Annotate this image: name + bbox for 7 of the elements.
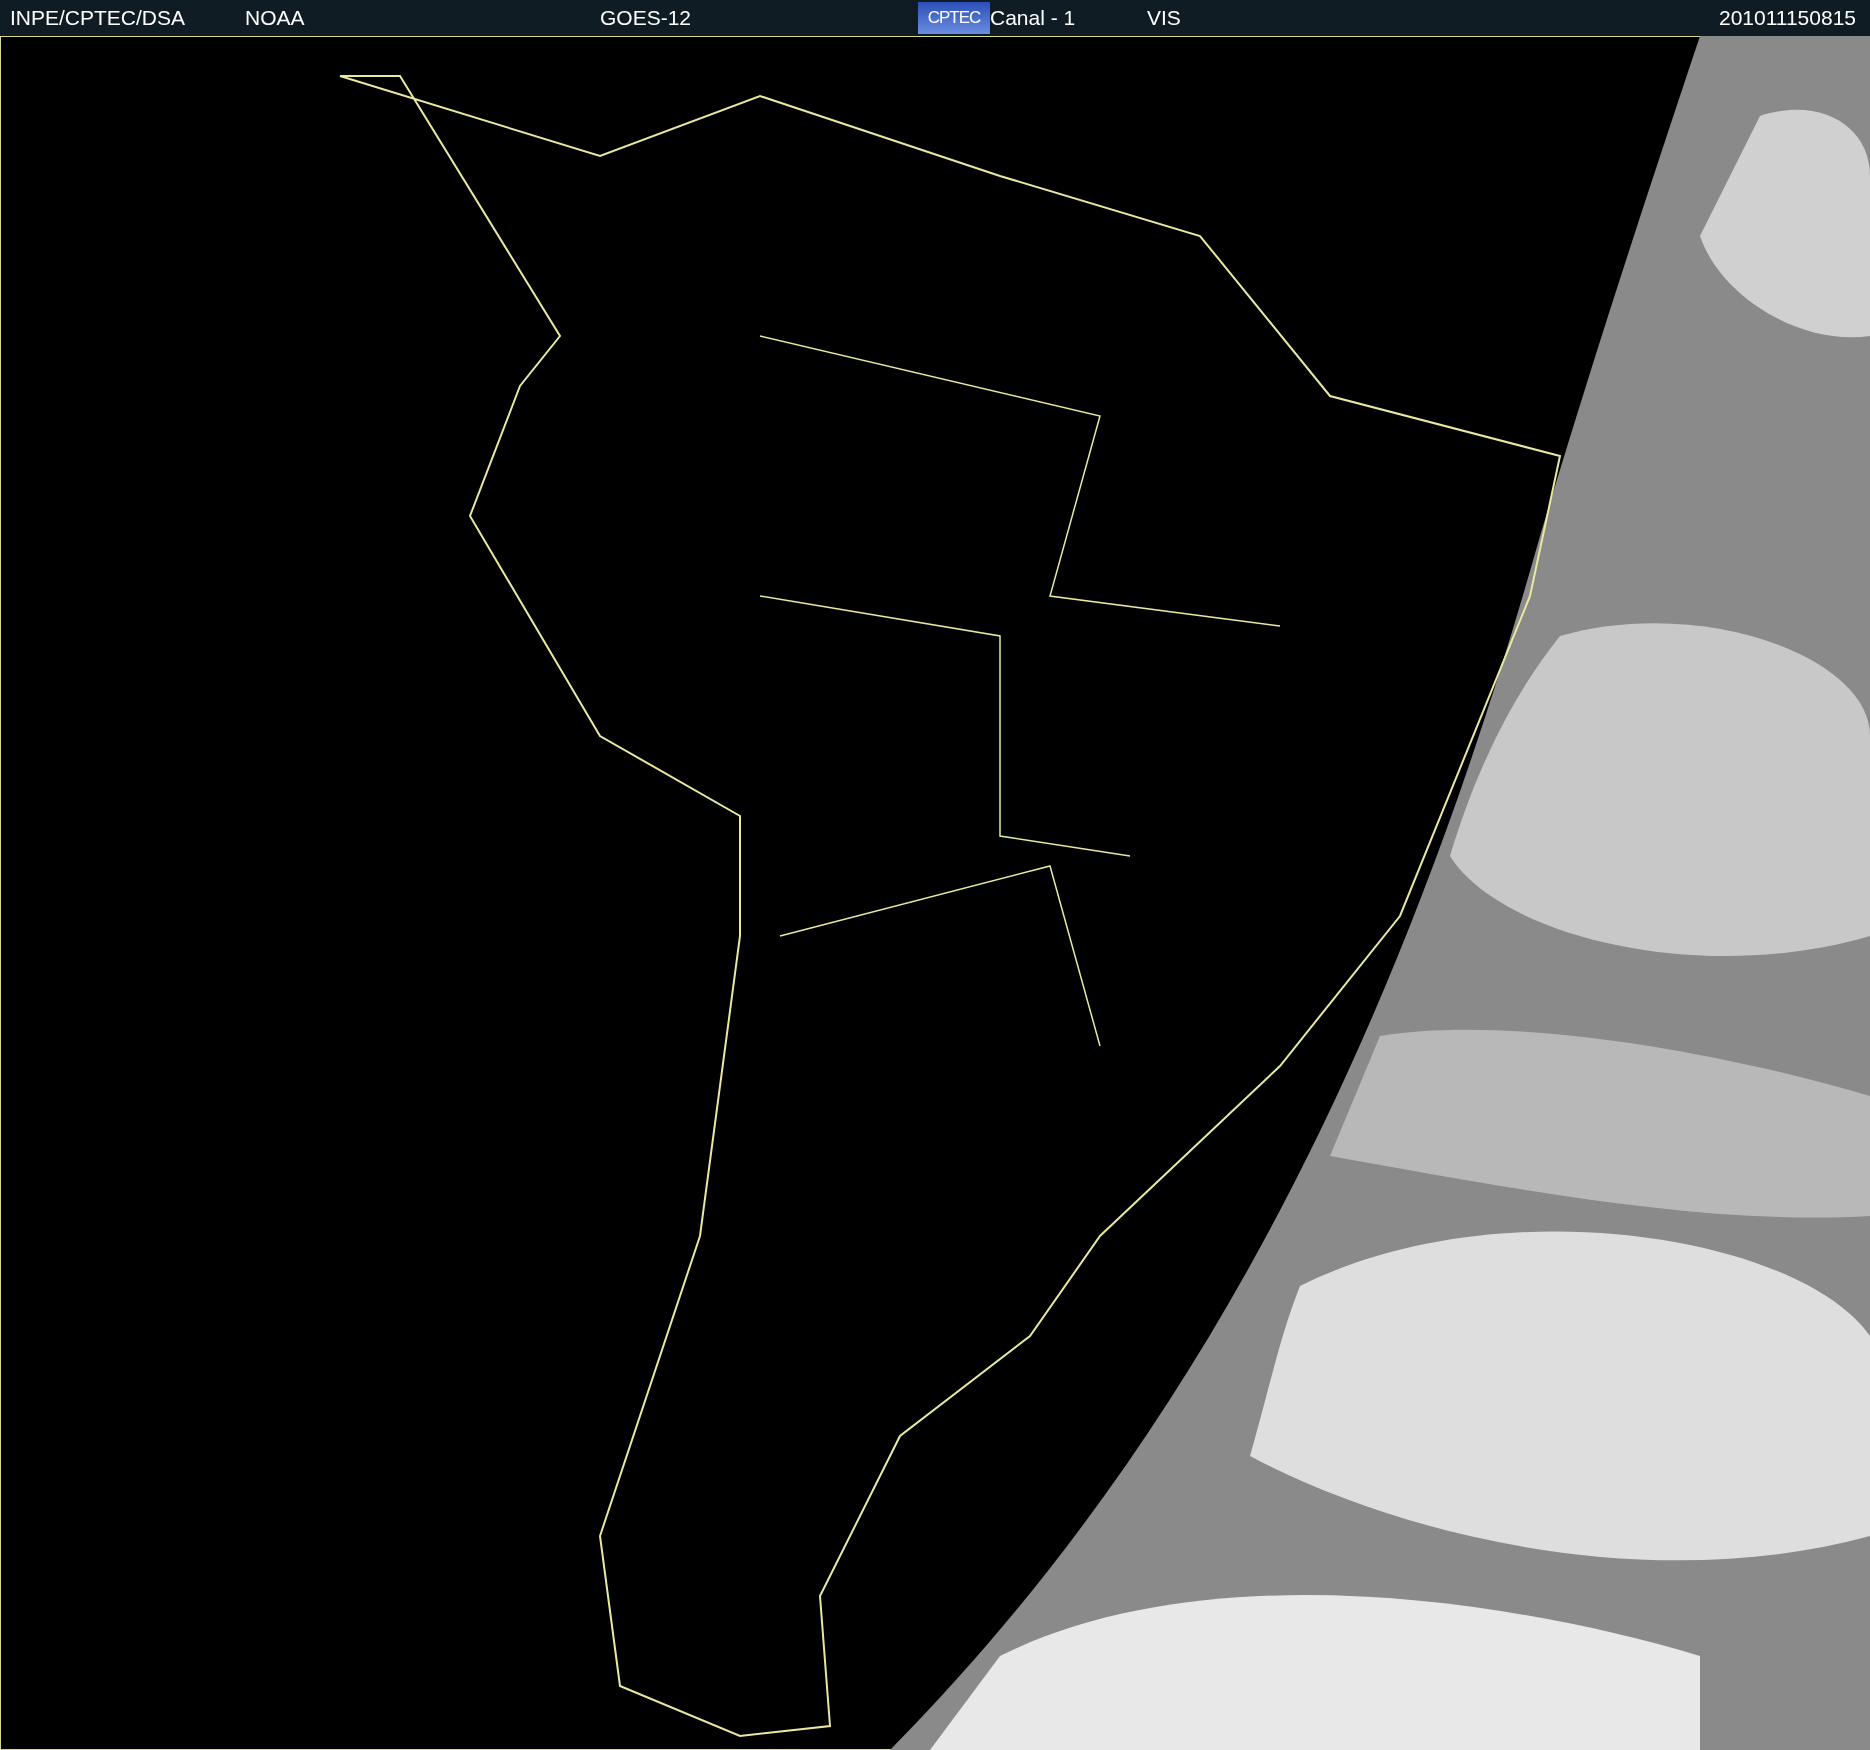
channel-label: Canal - 1 — [990, 6, 1077, 30]
source-label: NOAA — [245, 6, 306, 30]
timestamp: 201011150815 — [1718, 6, 1856, 30]
agency-label: INPE/CPTEC/DSA — [10, 6, 187, 30]
logo: CPTEC — [918, 2, 990, 34]
band-label: VIS — [1147, 6, 1182, 30]
satellite-label: GOES-12 — [600, 6, 693, 30]
